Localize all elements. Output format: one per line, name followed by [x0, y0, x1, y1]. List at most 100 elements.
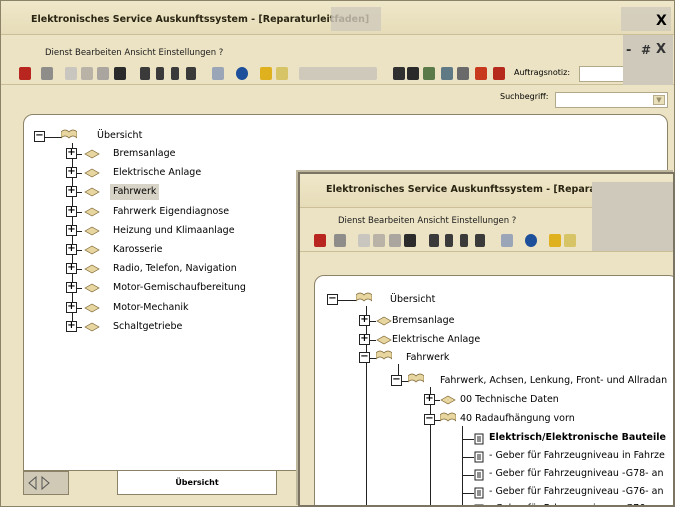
book-closed-icon	[84, 264, 100, 274]
info-icon[interactable]	[525, 234, 537, 247]
last-icon[interactable]	[186, 67, 196, 80]
tree-root-label[interactable]: Übersicht	[97, 128, 142, 144]
expand-button[interactable]: +	[66, 263, 77, 275]
collapse-button[interactable]: −	[359, 352, 370, 363]
prev-icon[interactable]	[445, 234, 453, 247]
next-icon[interactable]	[460, 234, 468, 247]
help-icon[interactable]	[260, 67, 272, 80]
tree-item[interactable]: Motor-Mechanik	[110, 300, 192, 316]
collapse-root-button[interactable]: −	[34, 131, 45, 142]
tree-item[interactable]: Fahrwerk, Achsen, Lenkung, Front- und Al…	[440, 373, 667, 389]
tool-icon[interactable]	[441, 67, 453, 80]
vehicle-icon[interactable]	[457, 67, 469, 80]
print-icon[interactable]	[41, 67, 53, 80]
tree-item[interactable]: 00 Technische Daten	[460, 392, 559, 408]
expand-button[interactable]: +	[66, 224, 77, 236]
tab-uebersicht[interactable]: Übersicht	[117, 471, 277, 495]
tree-item[interactable]: Fahrwerk	[110, 184, 160, 201]
context-help-icon[interactable]	[276, 67, 288, 80]
minimize-button[interactable]: -	[626, 43, 631, 58]
chevron-down-icon[interactable]: ▼	[653, 95, 665, 105]
tree-item[interactable]: - Geber für Fahrzeugniveau in Fahrze	[489, 448, 665, 464]
search-label: Suchbegriff:	[500, 92, 549, 101]
edit-document-icon[interactable]	[81, 67, 93, 80]
next-icon[interactable]	[171, 67, 179, 80]
tree-item[interactable]: Bremsanlage	[110, 146, 178, 162]
book-closed-icon	[376, 316, 392, 326]
auftrag-label: Auftragsnotiz:	[514, 68, 571, 77]
search-combo[interactable]: ▼	[555, 92, 668, 108]
tree-item[interactable]: Elektrische Anlage	[392, 332, 480, 348]
tree-item[interactable]: - Geber für Fahrzeugniveau -G76- an	[489, 484, 663, 500]
expand-button[interactable]: +	[66, 282, 77, 294]
expand-button[interactable]: +	[66, 301, 77, 313]
pencil-icon[interactable]	[423, 67, 435, 80]
list-icon[interactable]	[393, 67, 405, 80]
exit-icon[interactable]	[19, 67, 31, 80]
tree-item[interactable]: Bremsanlage	[392, 313, 454, 329]
expand-button[interactable]: +	[66, 205, 77, 217]
book-closed-icon	[84, 207, 100, 216]
expand-button[interactable]: +	[66, 244, 77, 255]
document-icon	[474, 487, 484, 499]
expand-button[interactable]: +	[359, 315, 370, 326]
tree-item[interactable]: Elektrische Anlage	[110, 165, 204, 181]
restore-button[interactable]: #	[641, 43, 651, 57]
book-closed-icon	[84, 322, 100, 332]
book-red-icon[interactable]	[493, 67, 505, 80]
tree-item[interactable]: Heizung und Klimaanlage	[110, 223, 238, 239]
first-icon[interactable]	[140, 67, 150, 80]
obscured-icons	[592, 234, 673, 247]
back-icon[interactable]	[501, 234, 513, 247]
book-closed-icon	[84, 226, 100, 236]
expand-button[interactable]: +	[66, 148, 77, 159]
prev-icon[interactable]	[156, 67, 164, 80]
expand-button[interactable]: +	[66, 167, 77, 179]
tree-item[interactable]: Motor-Gemischaufbereitung	[110, 280, 249, 296]
expand-button[interactable]: +	[66, 186, 77, 198]
tree-item[interactable]: Fahrwerk Eigendiagnose	[110, 204, 232, 220]
first-icon[interactable]	[429, 234, 439, 247]
close-button[interactable]: X	[656, 13, 667, 29]
car-icon[interactable]	[114, 67, 126, 80]
document-star-icon[interactable]	[97, 67, 109, 80]
tree-item[interactable]: Schaltgetriebe	[110, 319, 185, 335]
print-icon[interactable]	[334, 234, 346, 247]
tree-item[interactable]: Fahrwerk	[406, 350, 449, 366]
menu-items[interactable]: Dienst Bearbeiten Ansicht Einstellungen …	[45, 48, 223, 58]
collapse-button[interactable]: −	[391, 375, 402, 386]
document-star-icon[interactable]	[389, 234, 401, 247]
grid-icon[interactable]	[407, 67, 419, 80]
info-icon[interactable]	[236, 67, 248, 80]
grid-red-icon[interactable]	[475, 67, 487, 80]
tree-item[interactable]: - Geber für Fahrzeugniveau -G76- an	[489, 501, 663, 505]
back-icon[interactable]	[212, 67, 224, 80]
tree-item[interactable]: Elektrisch/Elektronische Bauteile	[489, 430, 666, 446]
expand-button[interactable]: +	[66, 320, 77, 332]
edit-document-icon[interactable]	[373, 234, 385, 247]
collapse-button[interactable]: −	[424, 414, 435, 425]
expand-button[interactable]: +	[424, 394, 435, 405]
tree-item[interactable]: Karosserie	[110, 242, 166, 258]
collapse-root-button[interactable]: −	[327, 294, 338, 305]
tree-root-label[interactable]: Übersicht	[390, 292, 435, 308]
document-icon[interactable]	[358, 234, 370, 247]
car-icon[interactable]	[404, 234, 416, 247]
last-icon[interactable]	[475, 234, 485, 247]
close-doc-button[interactable]: X	[656, 42, 666, 57]
window-title: Elektronisches Service Auskunftssystem -…	[31, 14, 370, 25]
tab-navigation[interactable]	[23, 471, 69, 495]
context-help-icon[interactable]	[564, 234, 576, 247]
document-icon[interactable]	[65, 67, 77, 80]
expand-button[interactable]: +	[359, 334, 370, 345]
book-closed-icon	[84, 283, 100, 293]
exit-icon[interactable]	[314, 234, 326, 247]
obscured-icons	[299, 67, 377, 80]
tree-item[interactable]: - Geber für Fahrzeugniveau -G78- an	[489, 466, 663, 482]
menu-items-2[interactable]: Dienst Bearbeiten Ansicht Einstellungen …	[338, 216, 516, 226]
book-closed-icon	[84, 168, 100, 178]
help-icon[interactable]	[549, 234, 561, 247]
tree-item[interactable]: 40 Radaufhängung vorn	[460, 411, 575, 427]
tab-strip: Übersicht	[23, 471, 299, 495]
tree-item[interactable]: Radio, Telefon, Navigation	[110, 261, 240, 277]
